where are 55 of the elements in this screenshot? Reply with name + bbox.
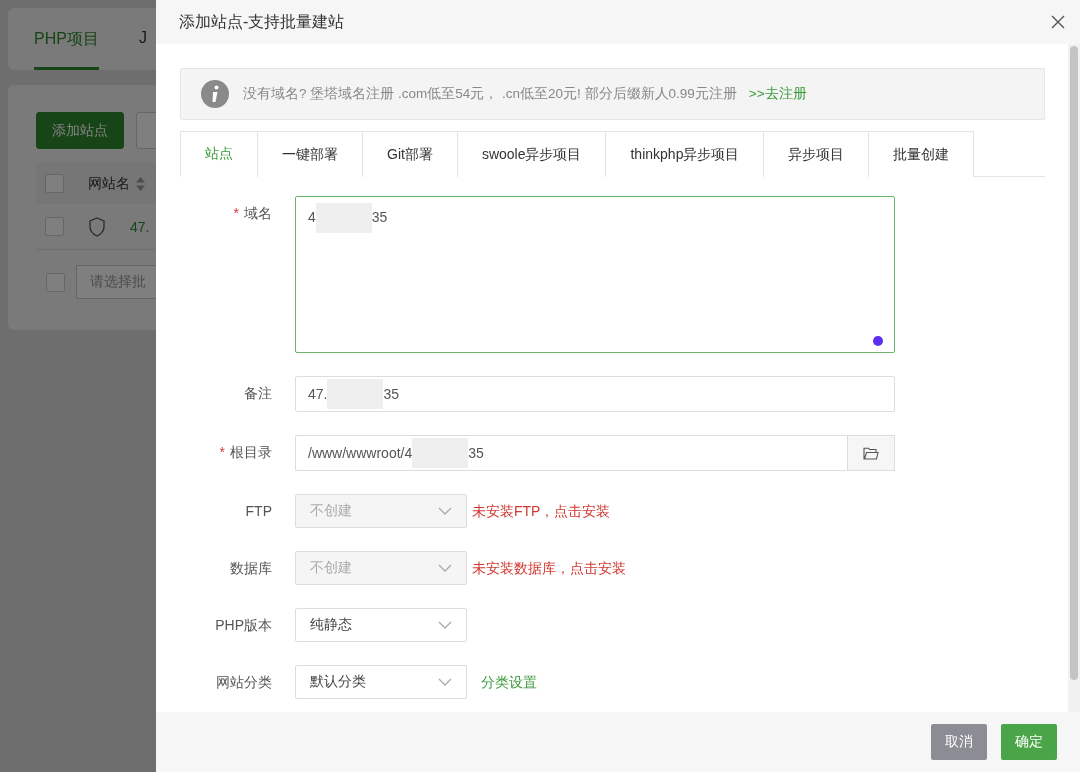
site-link[interactable]: 47. [130, 218, 150, 235]
register-link[interactable]: >>去注册 [748, 85, 807, 103]
field-label: 数据库 [230, 560, 272, 576]
page-tab[interactable]: PHP项目 [34, 8, 99, 70]
checkbox[interactable] [45, 174, 64, 193]
folder-icon [863, 446, 879, 460]
scrollbar[interactable] [1068, 44, 1080, 712]
page-tab[interactable]: J [138, 8, 147, 70]
tab[interactable]: Git部署 [362, 131, 458, 177]
domain-textarea[interactable]: 4 35 [295, 196, 895, 353]
checkbox[interactable] [46, 272, 65, 292]
chevron-icon [438, 507, 452, 515]
toolbar-button[interactable]: 添加站点 [36, 112, 124, 149]
notice-text: 没有域名? 堡塔域名注册 .com低至54元， .cn低至20元! 部分后缀新人0.99元注册 [243, 85, 737, 103]
confirm-button[interactable]: 确定 [1001, 724, 1057, 760]
value-text: 35 [468, 445, 484, 461]
path-field[interactable]: /www/wwwroot/4 35 [295, 435, 847, 471]
sort-icon [136, 176, 145, 191]
info-icon [201, 80, 229, 108]
input-field[interactable]: 47. 35 [295, 376, 895, 412]
field-label: 备注 [244, 385, 272, 401]
select-dropdown[interactable]: 纯静态 [295, 608, 467, 642]
chevron-icon [438, 678, 452, 686]
field-label: FTP [245, 503, 272, 519]
value-text: 35 [383, 386, 400, 402]
column-header[interactable]: 网站名 [88, 174, 130, 193]
tab[interactable]: 一键部署 [257, 131, 363, 177]
value-text: 47. [308, 386, 328, 402]
cancel-button[interactable]: 取消 [931, 724, 987, 760]
value-text: /www/wwwroot/4 [308, 445, 413, 461]
field-label: PHP版本 [215, 617, 272, 633]
tab[interactable]: swoole异步项目 [456, 131, 607, 177]
folder-button[interactable] [847, 435, 895, 471]
tab[interactable]: thinkphp异步项目 [605, 131, 765, 177]
tab[interactable]: 站点 [180, 131, 258, 177]
dialog-title: 添加站点-支持批量建站 [179, 11, 345, 32]
field-label: 根目录 [230, 444, 272, 460]
value-text: 4 [308, 208, 316, 225]
category-settings-link[interactable]: 分类设置 [481, 665, 537, 699]
required-mark: * [233, 205, 239, 221]
field-label: 域名 [244, 205, 272, 221]
checkbox[interactable] [45, 217, 64, 236]
field-label: 网站分类 [216, 674, 272, 690]
tab[interactable]: 异步项目 [763, 131, 870, 177]
shield-icon [88, 216, 106, 237]
scrollbar-thumb[interactable] [1070, 46, 1078, 680]
required-mark: * [219, 444, 225, 460]
close-button[interactable] [1050, 14, 1066, 30]
chevron-icon [438, 564, 452, 572]
close-icon [1050, 14, 1066, 30]
chevron-icon [438, 621, 452, 629]
tab[interactable]: 批量创建 [868, 131, 975, 177]
select-dropdown[interactable]: 默认分类 [295, 665, 467, 699]
dot-icon [873, 336, 883, 346]
value-text: 35 [371, 208, 388, 225]
